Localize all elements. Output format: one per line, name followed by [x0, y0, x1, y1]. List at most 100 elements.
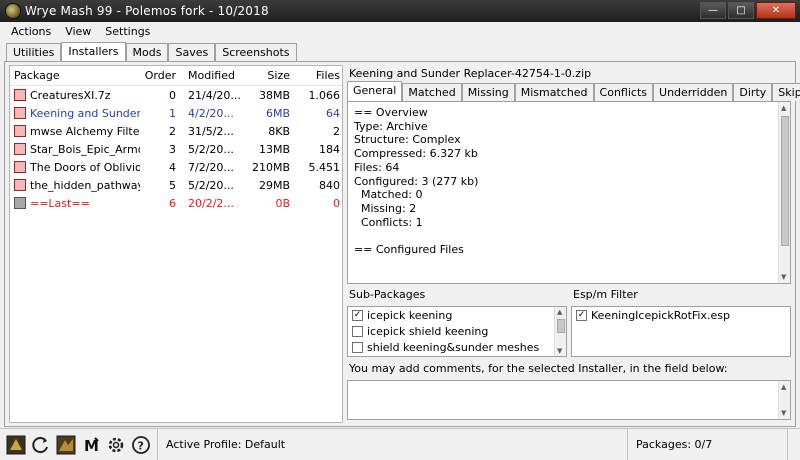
package-modified: 5/2/20...: [188, 178, 234, 192]
comments-textarea[interactable]: ▲ ▼: [347, 380, 791, 420]
package-name: CreaturesXI.7z: [30, 88, 111, 102]
package-files: 64: [326, 106, 340, 120]
package-status-checkbox[interactable]: [14, 179, 26, 191]
package-modified: 20/2/2...: [188, 196, 234, 210]
column-order[interactable]: Order: [140, 69, 182, 82]
list-row[interactable]: mwse Alchemy Filte... 2 31/5/2... 8KB 2: [10, 122, 342, 140]
list-item[interactable]: icepick shield keening: [348, 323, 566, 339]
package-order: 3: [169, 142, 176, 156]
list-row[interactable]: ==Last== 6 20/2/2... 0B 0: [10, 194, 342, 212]
scroll-up-icon[interactable]: ▲: [557, 308, 562, 316]
subpackages-scrollbar[interactable]: ▲ ▼: [554, 307, 566, 356]
tab-utilities[interactable]: Utilities: [6, 43, 62, 61]
general-info-text: == Overview Type: Archive Structure: Compl…: [354, 106, 479, 257]
package-name: Star_Bois_Epic_Armo...: [30, 142, 140, 156]
tab-underridden[interactable]: Underridden: [653, 83, 734, 101]
tab-saves[interactable]: Saves: [168, 43, 216, 61]
app-icon[interactable]: [5, 3, 21, 19]
tab-screenshots[interactable]: Screenshots: [215, 43, 297, 61]
subpackage-checkbox[interactable]: [352, 341, 363, 353]
packages-count-status: Packages: 0/7: [628, 429, 788, 460]
tab-general[interactable]: General: [347, 81, 403, 101]
list-item[interactable]: shield keening&sunder meshes: [348, 339, 566, 355]
menu-settings[interactable]: Settings: [98, 25, 157, 38]
package-size: 13MB: [258, 142, 290, 156]
package-status-checkbox[interactable]: [14, 197, 26, 209]
list-row[interactable]: Star_Bois_Epic_Armo... 3 5/2/20... 13MB …: [10, 140, 342, 158]
list-item[interactable]: ✓ KeeningIcepickRotFix.esp: [572, 307, 790, 323]
package-size: 0B: [275, 196, 290, 210]
package-files: 2: [333, 124, 340, 138]
tab-missing[interactable]: Missing: [461, 83, 515, 101]
column-size[interactable]: Size: [246, 69, 290, 82]
subpackages-list[interactable]: ✓ icepick keening icepick shield keening …: [347, 306, 567, 357]
morrowind-launcher-icon[interactable]: [6, 435, 26, 455]
info-scrollbar[interactable]: ▲ ▼: [778, 102, 790, 283]
scroll-thumb[interactable]: [557, 319, 565, 333]
column-package[interactable]: Package: [10, 69, 140, 82]
tab-dirty[interactable]: Dirty: [733, 83, 773, 101]
scroll-down-icon[interactable]: ▼: [557, 347, 562, 355]
package-files: 1.066: [308, 88, 341, 102]
subpackages-label: Sub-Packages: [349, 288, 426, 301]
toolbar-icons: M ?: [0, 429, 158, 460]
comments-scrollbar[interactable]: ▲ ▼: [778, 381, 790, 419]
package-modified: 31/5/2...: [188, 124, 234, 138]
package-size: 38MB: [258, 88, 290, 102]
menu-view[interactable]: View: [58, 25, 98, 38]
package-order: 1: [169, 106, 176, 120]
esp-checkbox[interactable]: ✓: [576, 309, 587, 321]
package-size: 6MB: [265, 106, 290, 120]
list-item[interactable]: ✓ icepick keening: [348, 307, 566, 323]
subpackage-checkbox[interactable]: ✓: [352, 309, 363, 321]
refresh-icon[interactable]: [31, 435, 51, 455]
tab-mods[interactable]: Mods: [125, 43, 169, 61]
window-title: Wrye Mash 99 - Polemos fork - 10/2018: [25, 4, 269, 18]
tab-installers[interactable]: Installers: [61, 42, 126, 61]
package-size: 8KB: [268, 124, 290, 138]
list-row[interactable]: Keening and Sunder ... 1 4/2/20... 6MB 6…: [10, 104, 342, 122]
package-name: The Doors of Oblivio...: [30, 160, 140, 174]
package-files: 5.451: [308, 160, 341, 174]
mge-icon[interactable]: [56, 435, 76, 455]
close-button[interactable]: ✕: [756, 2, 796, 19]
selected-package-title: Keening and Sunder Replacer-42754-1-0.zi…: [349, 67, 592, 80]
menu-bar: Actions View Settings: [0, 22, 800, 40]
scroll-down-icon[interactable]: ▼: [781, 273, 786, 281]
package-status-checkbox[interactable]: [14, 107, 26, 119]
settings-gear-icon[interactable]: [106, 435, 126, 455]
general-info-textbox[interactable]: == Overview Type: Archive Structure: Compl…: [347, 101, 791, 284]
scroll-thumb[interactable]: [781, 116, 789, 246]
menu-actions[interactable]: Actions: [4, 25, 58, 38]
scroll-down-icon[interactable]: ▼: [781, 409, 786, 417]
package-modified: 4/2/20...: [188, 106, 234, 120]
column-modified[interactable]: Modified: [182, 69, 246, 82]
installers-list[interactable]: Package Order Modified Size Files Creatu…: [9, 65, 343, 423]
column-files[interactable]: Files: [290, 69, 340, 82]
list-row[interactable]: CreaturesXI.7z 0 21/4/20... 38MB 1.066: [10, 86, 342, 104]
tab-skipped[interactable]: Skipped: [772, 83, 800, 101]
tab-conflicts[interactable]: Conflicts: [593, 83, 654, 101]
scroll-up-icon[interactable]: ▲: [781, 383, 786, 391]
tab-mismatched[interactable]: Mismatched: [514, 83, 594, 101]
tab-matched[interactable]: Matched: [402, 83, 462, 101]
package-files: 184: [319, 142, 340, 156]
package-status-checkbox[interactable]: [14, 125, 26, 137]
active-profile-status: Active Profile: Default: [158, 429, 628, 460]
subpackage-checkbox[interactable]: [352, 325, 363, 337]
mash-m-icon[interactable]: M: [81, 435, 101, 455]
package-name: the_hidden_pathway...: [30, 178, 140, 192]
package-name: ==Last==: [30, 196, 90, 210]
help-icon[interactable]: ?: [131, 435, 151, 455]
package-modified: 7/2/20...: [188, 160, 234, 174]
package-status-checkbox[interactable]: [14, 89, 26, 101]
scroll-up-icon[interactable]: ▲: [781, 104, 786, 112]
installers-panel: Package Order Modified Size Files Creatu…: [4, 61, 800, 427]
package-status-checkbox[interactable]: [14, 143, 26, 155]
package-status-checkbox[interactable]: [14, 161, 26, 173]
list-row[interactable]: the_hidden_pathway... 5 5/2/20... 29MB 8…: [10, 176, 342, 194]
minimize-button[interactable]: —: [700, 2, 726, 19]
list-row[interactable]: The Doors of Oblivio... 4 7/2/20... 210M…: [10, 158, 342, 176]
maximize-button[interactable]: □: [728, 2, 754, 19]
esp-filter-list[interactable]: ✓ KeeningIcepickRotFix.esp: [571, 306, 791, 357]
